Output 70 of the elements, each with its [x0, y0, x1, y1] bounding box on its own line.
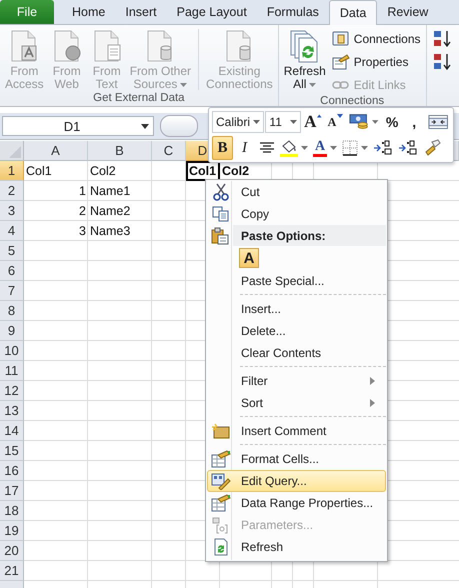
menu-item[interactable]: Format Cells...: [207, 448, 386, 470]
ribbon-tab[interactable]: Review: [377, 0, 438, 24]
row-header[interactable]: 9: [0, 321, 24, 341]
row-header[interactable]: 7: [0, 281, 24, 301]
toolbar-button[interactable]: A: [302, 110, 324, 134]
table-cell-text: Col2: [221, 163, 250, 180]
ribbon-tab[interactable]: Home: [62, 0, 116, 24]
row-header[interactable]: 21: [0, 561, 24, 581]
row-header[interactable]: 5: [0, 241, 24, 261]
row-header[interactable]: 15: [0, 441, 24, 461]
row-header[interactable]: 1: [0, 161, 24, 181]
file-tab[interactable]: File: [0, 0, 54, 24]
ribbon-tab[interactable]: Formulas: [256, 0, 329, 24]
menu-item[interactable]: Data Range Properties...: [207, 492, 386, 514]
row-header[interactable]: 12: [0, 381, 24, 401]
column-header[interactable]: B: [88, 141, 152, 161]
menu-item[interactable]: Sort: [207, 392, 386, 414]
toolbar-button[interactable]: %: [382, 110, 403, 134]
table-cell-text: Name2: [89, 203, 132, 220]
menu-item[interactable]: Edit Query...: [207, 470, 386, 492]
table-cell-text: Name3: [89, 223, 132, 240]
row-header[interactable]: 8: [0, 301, 24, 321]
table-cell-text: Name1: [89, 183, 132, 200]
font-combo[interactable]: Calibri: [212, 111, 264, 133]
ribbon-button[interactable]: Properties: [330, 51, 422, 72]
menu-item[interactable]: Refresh: [207, 536, 386, 558]
row-header[interactable]: 6: [0, 261, 24, 281]
menu-item[interactable]: Insert Comment: [207, 420, 386, 442]
name-box[interactable]: D1: [2, 116, 154, 136]
ribbon-tab[interactable]: Page Layout: [166, 0, 257, 24]
row-header[interactable]: 4: [0, 221, 24, 241]
ribbon-tab[interactable]: Data: [328, 0, 378, 25]
menu-item[interactable]: Paste Special...: [207, 270, 386, 292]
toolbar-button[interactable]: ,: [404, 110, 425, 134]
ribbon-button[interactable]: Refresh All: [282, 27, 328, 91]
toolbar-button[interactable]: A: [324, 110, 346, 134]
row-header[interactable]: 17: [0, 481, 24, 501]
row-header[interactable]: 11: [0, 361, 24, 381]
table-cell-text: 1: [78, 183, 87, 200]
row-header[interactable]: 20: [0, 541, 24, 561]
menu-item[interactable]: Delete...: [207, 320, 386, 342]
font-combo[interactable]: 11: [265, 111, 302, 133]
row-header[interactable]: 19: [0, 521, 24, 541]
menu-item[interactable]: Clear Contents: [207, 342, 386, 364]
row-header[interactable]: 2: [0, 181, 24, 201]
menu-item[interactable]: Filter: [207, 370, 386, 392]
row-header[interactable]: 16: [0, 461, 24, 481]
menu-item[interactable]: Copy: [207, 203, 386, 225]
column-header[interactable]: C: [152, 141, 186, 161]
toolbar-button[interactable]: B: [212, 136, 233, 160]
paste-option-button[interactable]: A: [239, 248, 259, 268]
menu-item[interactable]: Insert...: [207, 298, 386, 320]
ribbon-tab[interactable]: Insert: [115, 0, 167, 24]
table-cell-text: 3: [78, 223, 87, 240]
row-header[interactable]: 13: [0, 401, 24, 421]
group-label: Connections: [319, 95, 386, 108]
menu-section-header: Paste Options:: [233, 225, 386, 246]
toolbar-button[interactable]: A: [311, 136, 340, 160]
row-header[interactable]: 18: [0, 501, 24, 521]
column-header[interactable]: A: [24, 141, 88, 161]
table-cell-text: Col1: [25, 163, 53, 180]
menu-item[interactable]: Cut: [207, 181, 386, 203]
table-cell-text: Col2: [89, 163, 117, 180]
ribbon-button[interactable]: Connections: [330, 28, 422, 49]
table-cell-text: 2: [78, 203, 87, 220]
row-header[interactable]: 14: [0, 421, 24, 441]
toolbar-button[interactable]: I: [234, 136, 255, 160]
row-header[interactable]: 3: [0, 201, 24, 221]
row-header[interactable]: 10: [0, 341, 24, 361]
group-label: Get External Data: [92, 92, 186, 106]
